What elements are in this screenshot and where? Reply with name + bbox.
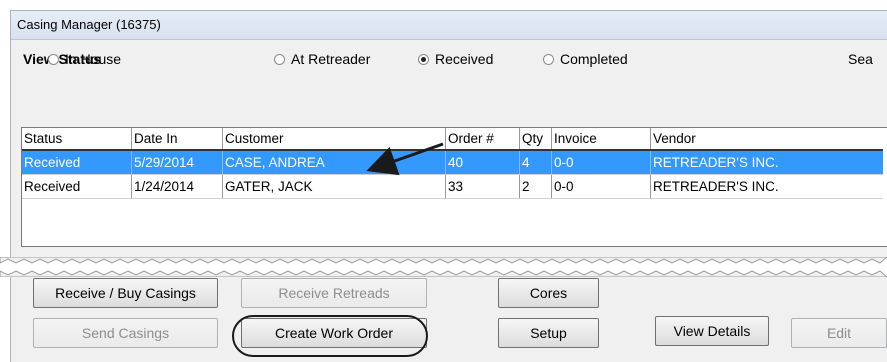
arrow-annotation-icon [366, 142, 444, 176]
